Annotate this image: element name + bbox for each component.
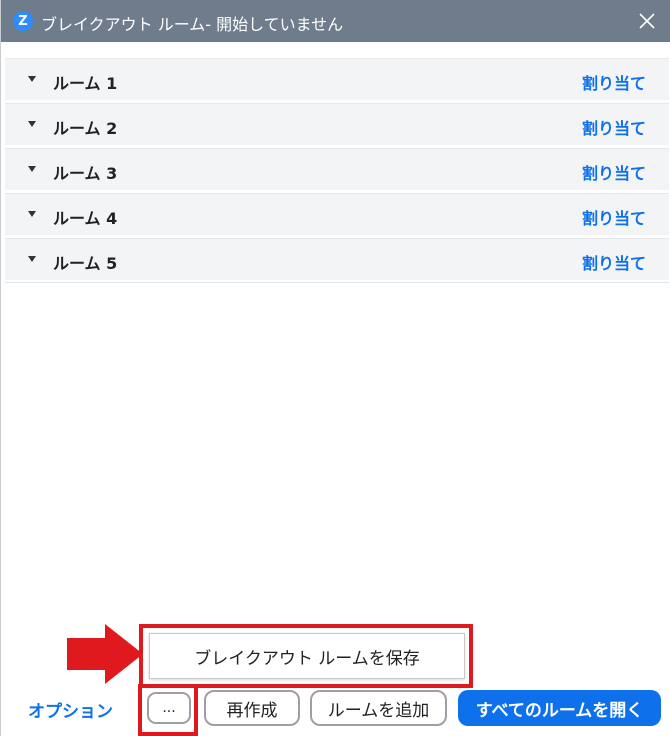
room-name: ルーム 5 [53, 254, 118, 273]
caret-down-icon[interactable] [28, 256, 36, 262]
list-divider [5, 282, 669, 283]
zoom-logo-icon: Z [13, 11, 33, 31]
close-icon [639, 13, 655, 29]
more-button[interactable]: ... [147, 692, 191, 724]
room-name: ルーム 3 [53, 164, 118, 183]
room-name: ルーム 1 [53, 74, 118, 93]
assign-link[interactable]: 割り当て [582, 115, 646, 139]
caret-down-icon[interactable] [28, 76, 36, 82]
save-rooms-button[interactable]: ブレイクアウト ルームを保存 [149, 633, 465, 679]
caret-down-icon[interactable] [28, 211, 36, 217]
room-name: ルーム 4 [53, 209, 118, 228]
breakout-rooms-window: Z ブレイクアウト ルーム- 開始していません ルーム 1 割り当て ルーム 2… [0, 0, 670, 736]
assign-link[interactable]: 割り当て [582, 250, 646, 274]
room-list: ルーム 1 割り当て ルーム 2 割り当て ルーム 3 割り当て ルーム 4 割… [5, 58, 669, 283]
add-room-button[interactable]: ルームを追加 [310, 690, 447, 726]
window-title: ブレイクアウト ルーム- 開始していません [41, 15, 344, 34]
assign-link[interactable]: 割り当て [582, 70, 646, 94]
assign-link[interactable]: 割り当て [582, 205, 646, 229]
caret-down-icon[interactable] [28, 166, 36, 172]
room-row[interactable]: ルーム 3 割り当て [5, 148, 669, 190]
room-row[interactable]: ルーム 2 割り当て [5, 103, 669, 145]
caret-down-icon[interactable] [28, 121, 36, 127]
open-all-rooms-button[interactable]: すべてのルームを開く [458, 690, 661, 726]
room-row[interactable]: ルーム 4 割り当て [5, 193, 669, 235]
room-row[interactable]: ルーム 5 割り当て [5, 238, 669, 280]
title-bar: Z ブレイクアウト ルーム- 開始していません [1, 0, 670, 42]
recreate-button[interactable]: 再作成 [204, 690, 300, 726]
options-link[interactable]: オプション [28, 697, 113, 722]
arrow-right-icon [67, 624, 143, 684]
room-name: ルーム 2 [53, 119, 118, 138]
room-row[interactable]: ルーム 1 割り当て [5, 58, 669, 100]
assign-link[interactable]: 割り当て [582, 160, 646, 184]
close-button[interactable] [633, 7, 661, 35]
